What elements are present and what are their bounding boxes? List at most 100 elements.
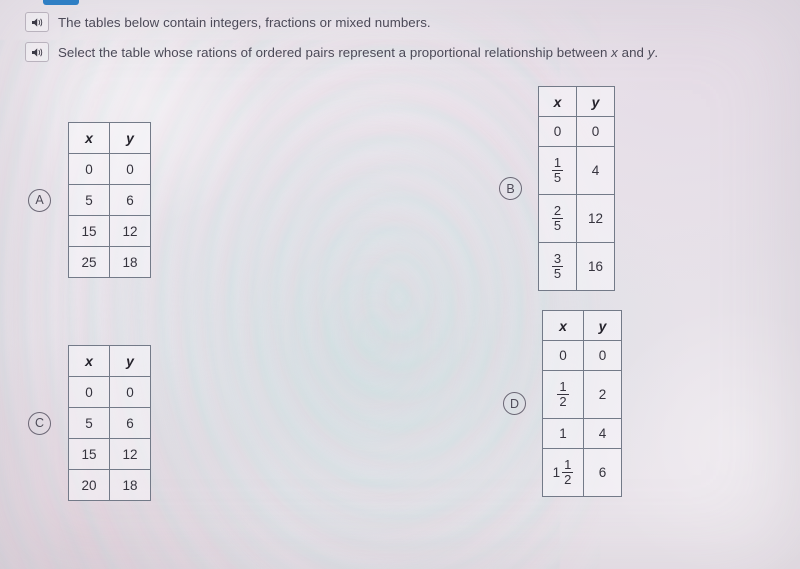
fraction-denominator: 5 [551, 266, 564, 281]
column-header-y: y [109, 345, 151, 377]
fraction-numerator: 3 [553, 250, 562, 266]
fraction: 1 2 [562, 456, 574, 487]
fraction-denominator: 2 [557, 394, 569, 409]
option-b[interactable]: B x y 0 0 1 5 4 2 5 12 3 5 16 [499, 86, 615, 291]
table-row: 15 12 [68, 438, 151, 470]
column-header-x: x [542, 310, 584, 341]
option-d-letter-wrap: D [503, 392, 526, 415]
fraction-numerator: 1 [564, 456, 572, 472]
cell-x: 25 [68, 246, 110, 278]
column-header-x: x [68, 122, 110, 154]
cell-y: 12 [576, 194, 615, 243]
table-row: 25 18 [68, 246, 151, 278]
column-header-x: x [68, 345, 110, 377]
cell-y: 6 [109, 407, 151, 439]
option-letter-b[interactable]: B [499, 177, 522, 200]
column-header-y: y [576, 86, 615, 117]
cell-x: 0 [542, 340, 584, 371]
prompt-text-2: Select the table whose rations of ordere… [58, 45, 658, 60]
cell-x-fraction: 1 2 [542, 370, 584, 419]
table-row: 1 2 2 [542, 370, 622, 419]
cell-y: 6 [109, 184, 151, 216]
table-option-b: x y 0 0 1 5 4 2 5 12 3 5 16 [538, 86, 615, 291]
prompt-text-1: The tables below contain integers, fract… [58, 14, 431, 30]
prompt-line-1: The tables below contain integers, fract… [25, 12, 431, 32]
table-row: 3 5 16 [538, 242, 615, 291]
fraction-numerator: 1 [559, 378, 567, 394]
cell-x-fraction: 1 5 [538, 146, 577, 195]
cell-x: 20 [68, 469, 110, 501]
table-row: 2 5 12 [538, 194, 615, 243]
cell-y: 0 [576, 116, 615, 147]
column-header-y: y [109, 122, 151, 154]
mixed-number: 1 1 2 [552, 456, 574, 487]
prompt-text-2-mid: and [617, 44, 648, 60]
table-header-row: x y [68, 122, 151, 154]
table-option-d: x y 0 0 1 2 2 1 4 1 1 2 6 [542, 310, 622, 497]
cell-y: 18 [109, 469, 151, 501]
cell-x: 5 [68, 184, 110, 216]
option-d[interactable]: D x y 0 0 1 2 2 1 4 1 1 2 6 [503, 310, 622, 497]
table-row: 5 6 [68, 407, 151, 439]
table-row: 15 12 [68, 215, 151, 247]
table-row: 0 0 [68, 153, 151, 185]
prompt-text-2-after: . [654, 44, 659, 60]
option-letter-c[interactable]: C [28, 411, 51, 435]
fraction: 1 2 [557, 378, 569, 409]
cell-x-mixed-number: 1 1 2 [542, 448, 584, 497]
table-row: 0 0 [542, 340, 622, 371]
prompt-var-x: x [611, 44, 618, 60]
speaker-icon[interactable] [25, 12, 49, 32]
column-header-x: x [538, 86, 577, 117]
fraction: 2 5 [551, 203, 564, 233]
cell-x: 1 [542, 418, 584, 449]
prompt-line-2: Select the table whose rations of ordere… [25, 42, 658, 62]
option-a[interactable]: A x y 0 0 5 6 15 12 25 18 [28, 122, 151, 278]
cell-x: 5 [68, 407, 110, 439]
table-header-row: x y [542, 310, 622, 341]
top-blue-tab[interactable] [43, 0, 79, 5]
option-c[interactable]: C x y 0 0 5 6 15 12 20 18 [28, 345, 151, 501]
cell-x: 0 [68, 153, 110, 185]
cell-x-fraction: 2 5 [538, 194, 577, 243]
cell-y: 4 [576, 146, 615, 195]
worksheet-page: The tables below contain integers, fract… [0, 0, 800, 569]
cell-y: 6 [583, 448, 622, 497]
option-b-letter-wrap: B [499, 177, 522, 200]
option-c-letter-wrap: C [28, 411, 51, 435]
fraction: 3 5 [551, 250, 564, 281]
fraction-denominator: 2 [562, 472, 574, 487]
table-row: 5 6 [68, 184, 151, 216]
table-option-a: x y 0 0 5 6 15 12 25 18 [68, 122, 151, 278]
cell-y: 0 [583, 340, 622, 371]
table-row: 1 5 4 [538, 146, 615, 195]
fraction-denominator: 5 [551, 218, 564, 233]
table-row: 0 0 [68, 376, 151, 408]
fraction-denominator: 5 [551, 170, 564, 185]
column-header-y: y [583, 310, 622, 341]
cell-x: 0 [538, 116, 577, 147]
table-row: 20 18 [68, 469, 151, 501]
table-header-row: x y [538, 86, 615, 117]
cell-y: 2 [583, 370, 622, 419]
table-row: 0 0 [538, 116, 615, 147]
option-letter-d[interactable]: D [503, 392, 526, 415]
mixed-whole-part: 1 [552, 465, 561, 480]
table-row: 1 4 [542, 418, 622, 449]
cell-x: 0 [68, 376, 110, 408]
cell-y: 0 [109, 376, 151, 408]
table-header-row: x y [68, 345, 151, 377]
cell-x-fraction: 3 5 [538, 242, 577, 291]
cell-y: 12 [109, 215, 151, 247]
option-a-letter-wrap: A [28, 188, 51, 212]
cell-y: 16 [576, 242, 615, 291]
table-row: 1 1 2 6 [542, 448, 622, 497]
cell-x: 15 [68, 215, 110, 247]
speaker-icon[interactable] [25, 42, 49, 62]
cell-x: 15 [68, 438, 110, 470]
cell-y: 0 [109, 153, 151, 185]
option-letter-a[interactable]: A [28, 188, 51, 212]
cell-y: 12 [109, 438, 151, 470]
cell-y: 4 [583, 418, 622, 449]
cell-y: 18 [109, 246, 151, 278]
